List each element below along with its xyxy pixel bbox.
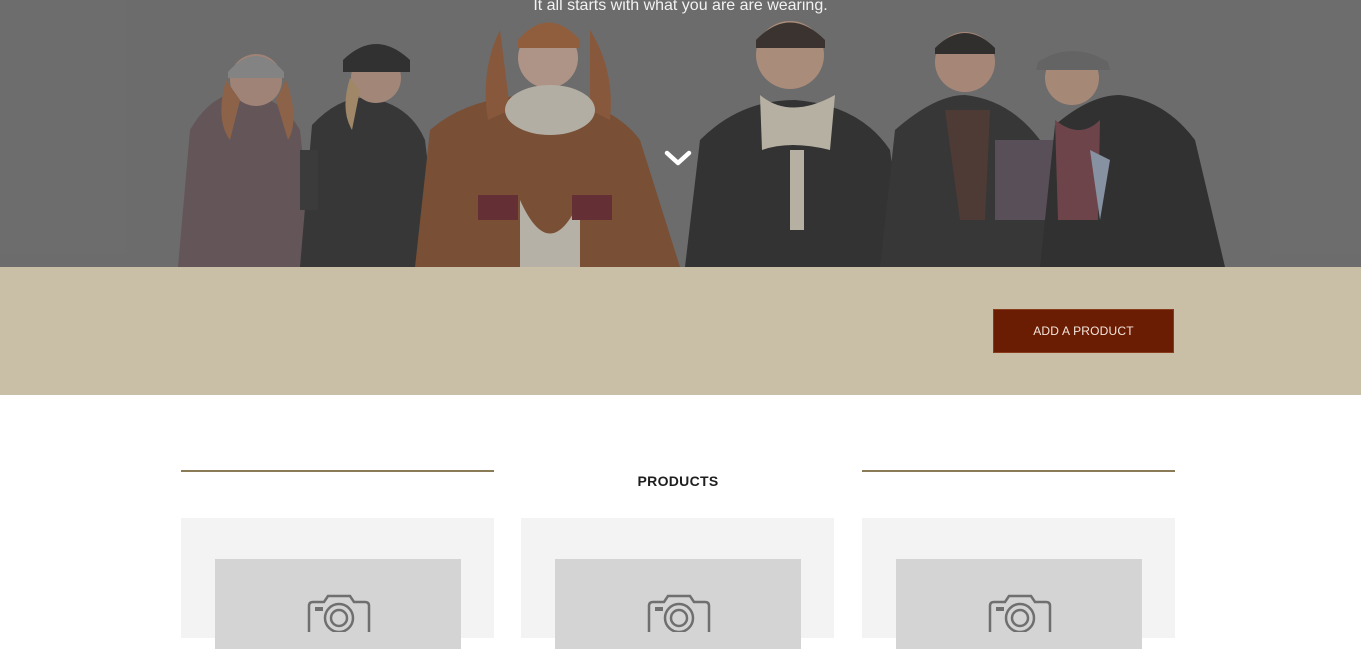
camera-icon [988, 594, 1052, 632]
action-bar: ADD A PRODUCT [0, 267, 1361, 395]
product-card[interactable] [181, 518, 494, 649]
heading-rule-right [862, 470, 1175, 472]
hero-banner: It all starts with what you are are wear… [0, 0, 1361, 267]
section-title: PRODUCTS [637, 473, 719, 489]
product-image-placeholder[interactable] [215, 559, 461, 649]
camera-icon [307, 594, 371, 632]
product-card[interactable] [521, 518, 834, 649]
heading-rule-left [181, 470, 494, 472]
product-image-placeholder[interactable] [555, 559, 801, 649]
hero-overlay [0, 0, 1361, 267]
product-card[interactable] [862, 518, 1175, 649]
product-image-placeholder[interactable] [896, 559, 1142, 649]
camera-icon [647, 594, 711, 632]
add-product-button[interactable]: ADD A PRODUCT [993, 309, 1174, 353]
hero-tagline: It all starts with what you are are wear… [533, 0, 828, 14]
chevron-down-icon[interactable] [664, 150, 692, 168]
products-heading: PRODUCTS [181, 468, 1175, 492]
